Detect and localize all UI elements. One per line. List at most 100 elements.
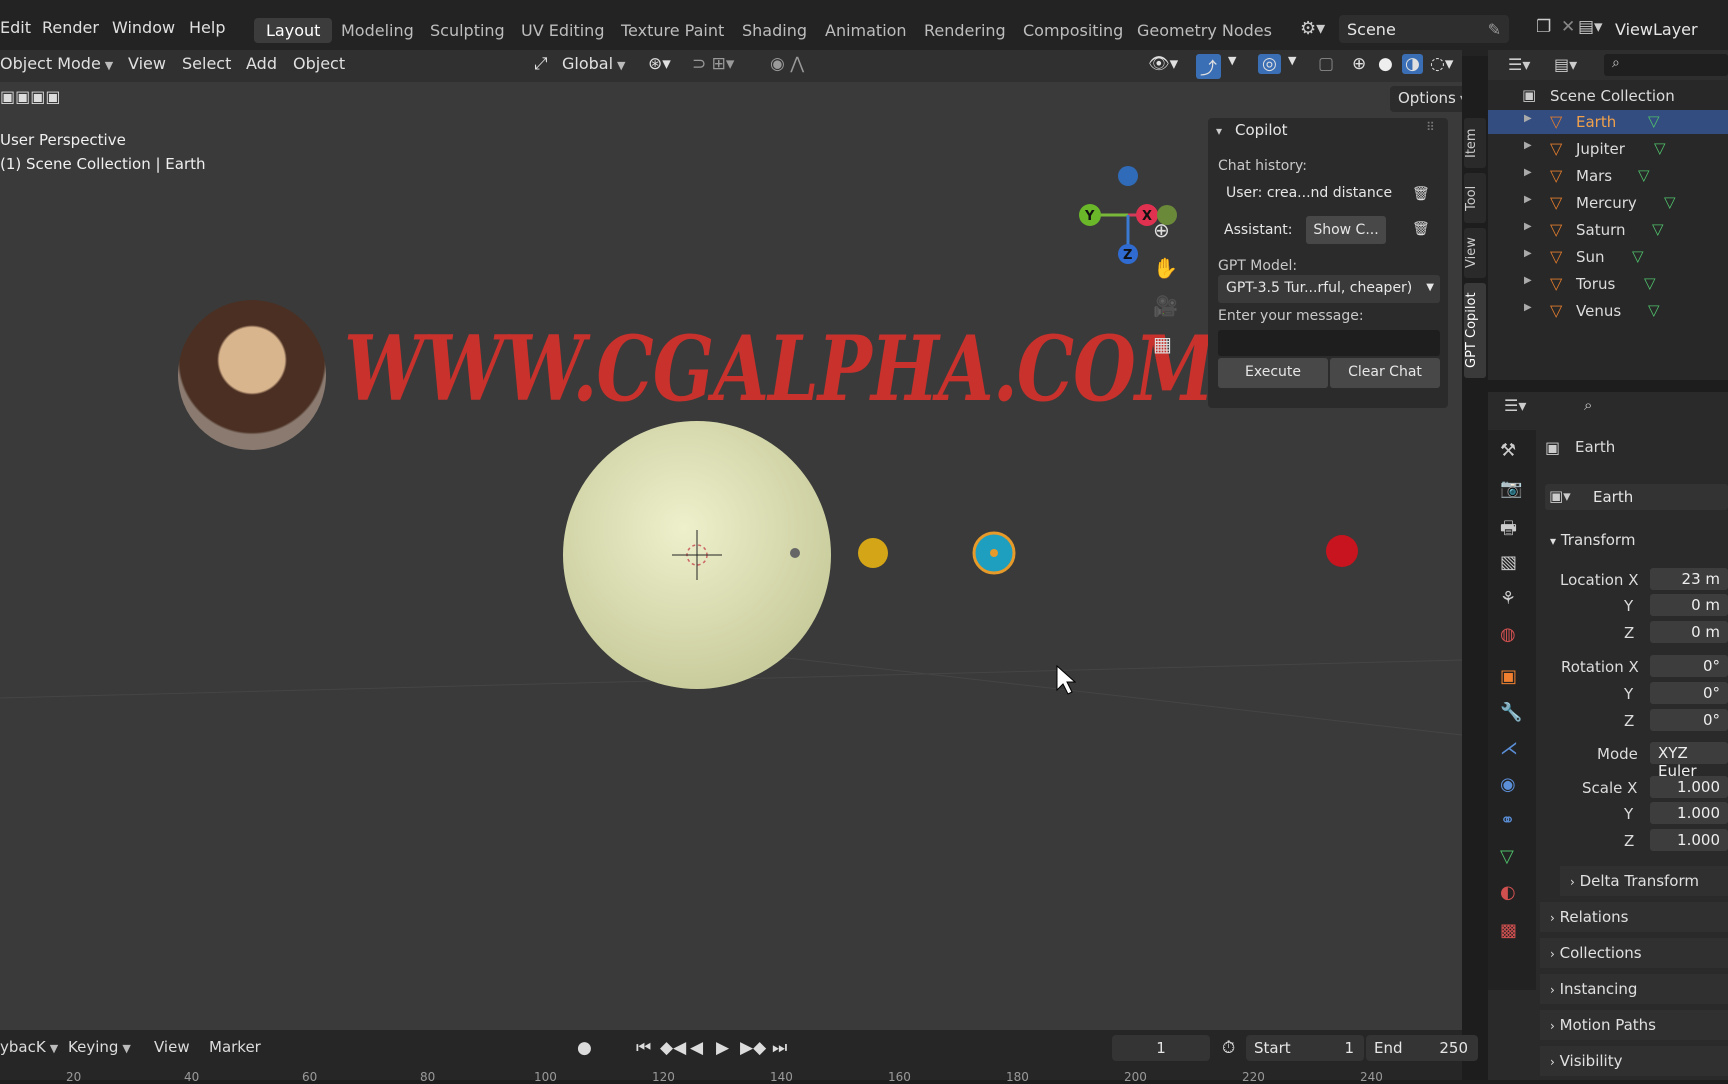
outliner-item-jupiter[interactable]: ▶ ▽ Jupiter ▽ [1488,137,1728,161]
execute-button[interactable]: Execute [1218,358,1328,388]
outliner-search-input[interactable] [1604,54,1728,76]
render-tab-icon[interactable]: 📷 [1500,478,1522,499]
delta-transform-panel[interactable]: › Delta Transform [1560,866,1728,896]
mesh-data-icon[interactable]: ▽ [1664,193,1676,211]
particles-tab-icon[interactable]: ⋌ [1500,738,1518,759]
collections-panel[interactable]: › Collections [1540,938,1728,968]
delete-user-message-icon[interactable]: 🗑 [1412,186,1430,202]
play-icon[interactable]: ▶ [716,1038,729,1058]
rotation-x-field[interactable]: 0° [1650,655,1728,677]
physics-tab-icon[interactable]: ◉ [1500,774,1516,795]
scale-x-field[interactable]: 1.000 [1650,776,1728,798]
tab-view[interactable]: View [1464,228,1486,278]
scale-z-field[interactable]: 1.000 [1650,829,1728,851]
tab-gpt-copilot[interactable]: GPT Copilot [1464,283,1486,378]
outliner-item-saturn[interactable]: ▶ ▽ Saturn ▽ [1488,218,1728,242]
tab-shading[interactable]: Shading [742,21,807,40]
perspective-grid-icon[interactable]: ▦ [1153,332,1172,356]
material-tab-icon[interactable]: ◐ [1500,882,1516,903]
menu-render[interactable]: Render [42,18,99,37]
outliner-item-sun[interactable]: ▶ ▽ Sun ▽ [1488,245,1728,269]
tab-item[interactable]: Item [1464,118,1486,168]
record-icon[interactable]: ● [577,1038,592,1058]
tab-animation[interactable]: Animation [825,21,907,40]
marker-menu[interactable]: Marker [209,1038,261,1056]
mesh-data-icon[interactable]: ▽ [1638,166,1650,184]
mesh-data-icon[interactable]: ▽ [1648,112,1660,130]
scale-y-field[interactable]: 1.000 [1650,802,1728,824]
zoom-icon[interactable]: ⊕ [1153,218,1170,242]
expand-icon[interactable]: ▶ [1524,275,1532,286]
copy-scene-icon[interactable]: ❐ [1536,17,1551,37]
rotation-y-field[interactable]: 0° [1650,682,1728,704]
play-reverse-icon[interactable]: ◀ [690,1038,703,1058]
editor-type-icon[interactable]: ☰▾ [1508,55,1530,74]
scene-tab-icon[interactable]: ⚘ [1500,588,1516,609]
tab-texture-paint[interactable]: Texture Paint [621,21,724,40]
menu-window[interactable]: Window [112,18,175,37]
tab-geometry-nodes[interactable]: Geometry Nodes [1137,21,1272,40]
view-layer-icon[interactable]: ▤▾ [1578,17,1603,37]
menu-edit[interactable]: Edit [0,18,31,37]
show-code-button[interactable]: Show C... [1306,216,1386,244]
constraints-tab-icon[interactable]: ⚭ [1500,810,1515,831]
output-tab-icon[interactable]: 🖶 [1500,516,1517,546]
next-keyframe-icon[interactable]: ▶◆ [740,1038,766,1058]
drag-handle-icon[interactable]: ⠿ [1426,120,1435,134]
timeline-view-menu[interactable]: View [154,1038,190,1056]
close-icon[interactable]: ✕ [1561,17,1575,37]
scene-collection-row[interactable]: ▣ Scene Collection [1488,84,1728,108]
camera-icon[interactable]: 🎥 [1153,294,1178,318]
properties-type-icon[interactable]: ☰▾ [1504,396,1526,415]
keying-menu[interactable]: Keying ▼ [68,1038,131,1056]
world-tab-icon[interactable]: ◍ [1500,624,1516,645]
outliner-item-earth[interactable]: ▶ ▽ Earth ▽ [1488,110,1728,134]
visibility-panel[interactable]: › Visibility [1540,1046,1728,1076]
relations-panel[interactable]: › Relations [1540,902,1728,932]
data-tab-icon[interactable]: ▽ [1500,846,1514,867]
transform-panel-header[interactable]: ▾ Transform [1540,525,1728,555]
prev-keyframe-icon[interactable]: ◆◀ [660,1038,686,1058]
texture-tab-icon[interactable]: ▩ [1500,920,1517,941]
object-datablock-field[interactable]: ▣▾ Earth [1545,484,1728,510]
gpt-model-dropdown[interactable]: GPT-3.5 Tur...rful, cheaper) ▼ [1218,275,1440,303]
mesh-data-icon[interactable]: ▽ [1644,274,1656,292]
expand-icon[interactable]: ▶ [1524,194,1532,205]
pan-hand-icon[interactable]: ✋ [1153,256,1178,280]
playback-menu[interactable]: ybacK ▼ [0,1038,58,1056]
outliner-item-torus[interactable]: ▶ ▽ Torus ▽ [1488,272,1728,296]
message-input[interactable] [1218,330,1440,356]
outliner-item-mars[interactable]: ▶ ▽ Mars ▽ [1488,164,1728,188]
motion-paths-panel[interactable]: › Motion Paths [1540,1010,1728,1040]
properties-search-icon[interactable]: ⌕ [1584,396,1592,414]
mesh-data-icon[interactable]: ▽ [1648,301,1660,319]
current-frame-field[interactable]: 1 [1112,1035,1210,1061]
location-x-field[interactable]: 23 m [1650,568,1728,590]
expand-icon[interactable]: ▶ [1524,302,1532,313]
display-mode-icon[interactable]: ▤▾ [1554,55,1577,74]
delete-assistant-message-icon[interactable]: 🗑 [1412,221,1430,237]
view-layer-tab-icon[interactable]: ▧ [1500,552,1517,573]
expand-icon[interactable]: ▶ [1524,113,1532,124]
object-tab-icon[interactable]: ▣ [1500,666,1517,687]
tab-sculpting[interactable]: Sculpting [430,21,505,40]
rotation-z-field[interactable]: 0° [1650,709,1728,731]
scene-field[interactable]: Scene ✎ [1339,15,1509,43]
end-frame-field[interactable]: End 250 [1366,1035,1478,1061]
tab-modeling[interactable]: Modeling [341,21,414,40]
mesh-data-icon[interactable]: ▽ [1632,247,1644,265]
scene-selector-icon[interactable]: ⚙▾ [1300,18,1325,39]
timer-icon[interactable]: ⏱ [1222,1038,1235,1058]
tool-tab-icon[interactable]: ⚒ [1500,440,1516,461]
tab-uv-editing[interactable]: UV Editing [521,21,604,40]
expand-icon[interactable]: ▶ [1524,248,1532,259]
menu-help[interactable]: Help [189,18,225,37]
clear-chat-button[interactable]: Clear Chat [1330,358,1440,388]
expand-icon[interactable]: ▶ [1524,221,1532,232]
rotation-mode-dropdown[interactable]: XYZ Euler [1650,742,1728,780]
instancing-panel[interactable]: › Instancing [1540,974,1728,1004]
start-frame-field[interactable]: Start 1 [1246,1035,1364,1061]
modifier-tab-icon[interactable]: 🔧 [1500,702,1522,723]
jump-start-icon[interactable]: ⏮ [636,1038,651,1058]
tab-rendering[interactable]: Rendering [924,21,1006,40]
